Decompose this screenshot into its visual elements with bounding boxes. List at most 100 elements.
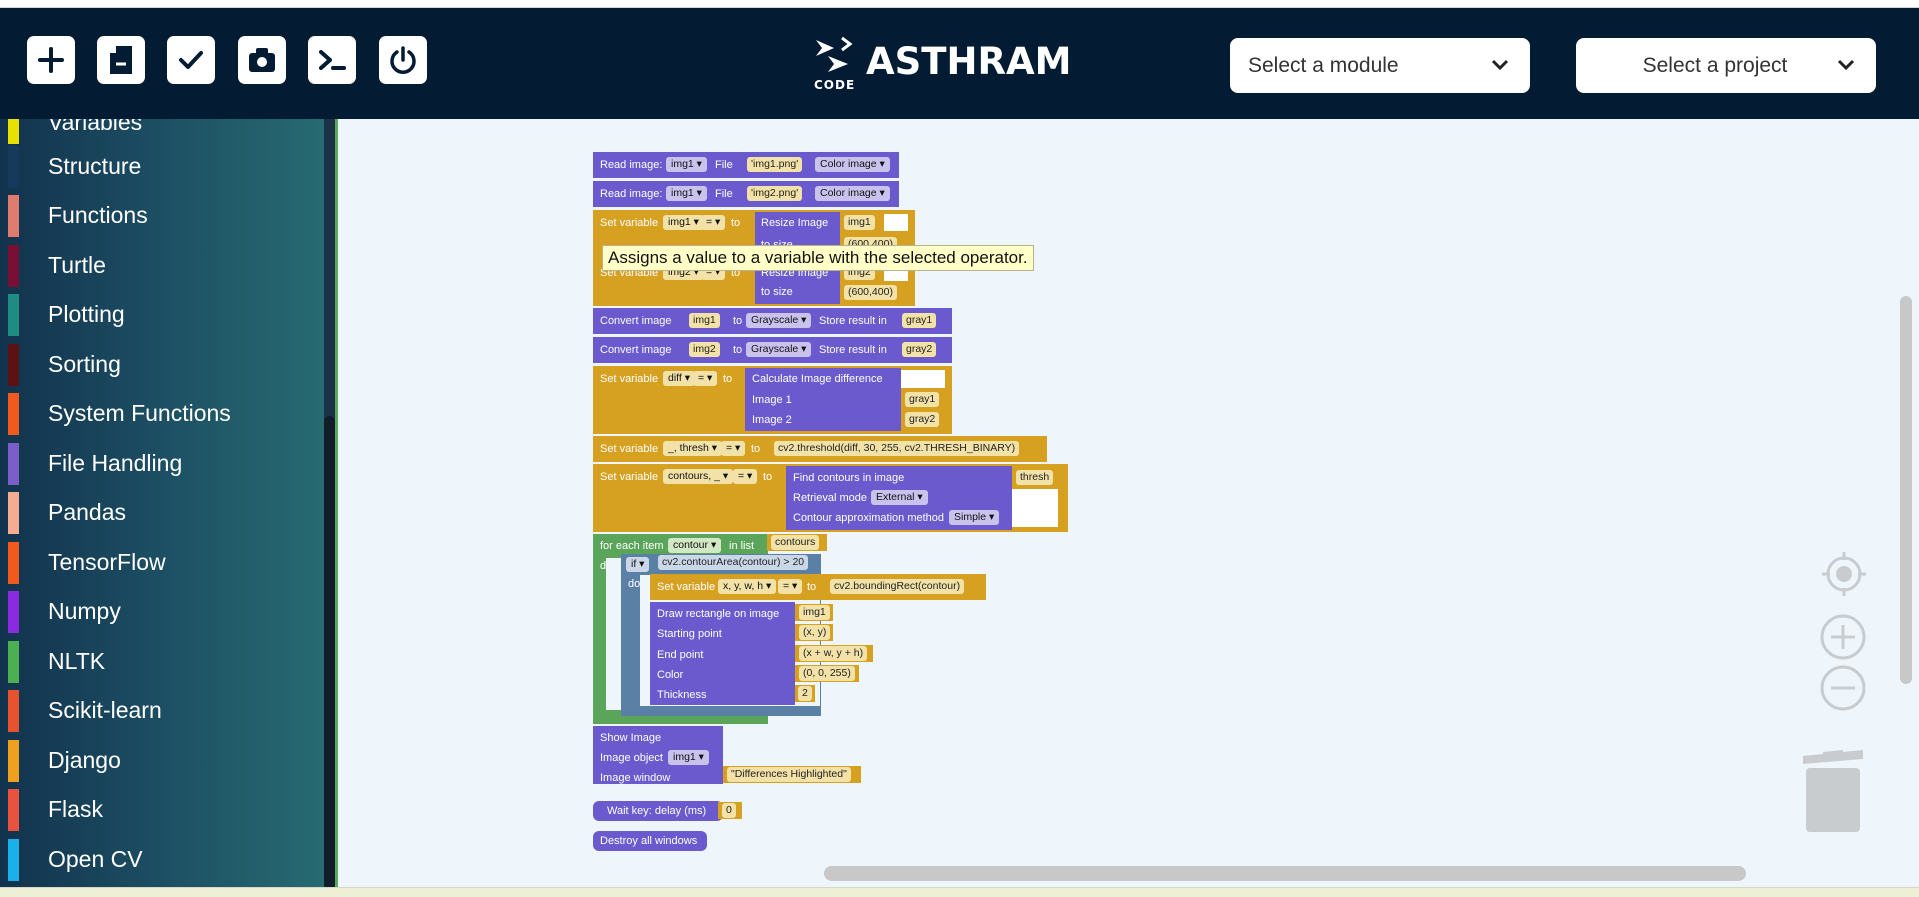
image-difference-block[interactable]: Calculate Image difference Image 1 Image… xyxy=(745,368,901,431)
file-path-field[interactable]: 'img1.png' xyxy=(747,157,803,172)
open-file-button[interactable] xyxy=(97,36,145,84)
image-variable-field[interactable]: img2 xyxy=(689,342,720,357)
variable-dropdown[interactable]: diff ▾ xyxy=(663,371,696,386)
start-point-field[interactable]: (x, y) xyxy=(799,625,831,640)
variable-dropdown[interactable]: img1 ▾ xyxy=(666,186,707,201)
expression-field[interactable]: cv2.boundingRect(contour) xyxy=(830,579,965,594)
sidebar-item-system-functions[interactable]: System Functions xyxy=(0,389,320,437)
crosshair-icon[interactable] xyxy=(1820,550,1868,598)
trash-icon[interactable] xyxy=(1800,746,1866,834)
image-variable-field[interactable]: img1 xyxy=(844,215,875,230)
convert-image-block[interactable]: Convert image img1 to Grayscale ▾ Store … xyxy=(593,308,952,334)
variable-dropdown[interactable]: img1 ▾ xyxy=(666,157,707,172)
operator-dropdown[interactable]: = ▾ xyxy=(701,215,726,230)
image-object-dropdown[interactable]: img1 ▾ xyxy=(668,750,709,765)
snapshot-button[interactable] xyxy=(238,36,286,84)
sidebar-item-file-handling[interactable]: File Handling xyxy=(0,439,320,487)
variable-dropdown[interactable]: x, y, w, h ▾ xyxy=(718,579,777,594)
sidebar-item-django[interactable]: Django xyxy=(0,736,320,784)
variable-dropdown[interactable]: contours, _ ▾ xyxy=(663,469,734,484)
chevron-down-icon xyxy=(1837,59,1855,71)
blockly-workspace[interactable]: Read image: img1 ▾ File 'img1.png' Color… xyxy=(335,119,1919,887)
workspace-horizontal-scrollbar[interactable] xyxy=(824,866,1746,881)
retrieval-mode-dropdown[interactable]: External ▾ xyxy=(871,490,928,505)
sidebar-item-flask[interactable]: Flask xyxy=(0,785,320,833)
show-image-block[interactable]: Show Image Image object img1 ▾ Image win… xyxy=(593,726,723,784)
size-field[interactable]: (600,400) xyxy=(844,285,897,300)
operator-dropdown[interactable]: = ▾ xyxy=(693,371,718,386)
image-variable-field[interactable]: img1 xyxy=(799,605,830,620)
approximation-dropdown[interactable]: Simple ▾ xyxy=(949,510,1000,525)
sidebar-item-numpy[interactable]: Numpy xyxy=(0,587,320,635)
sidebar-item-sorting[interactable]: Sorting xyxy=(0,340,320,388)
terminal-button[interactable] xyxy=(308,36,356,84)
category-color-strip xyxy=(8,641,19,683)
loop-variable-dropdown[interactable]: contour ▾ xyxy=(668,538,722,553)
image-variable-field[interactable]: img1 xyxy=(689,313,720,328)
color-mode-dropdown[interactable]: Color image ▾ xyxy=(815,157,890,172)
empty-slot xyxy=(884,214,908,231)
image-variable-field[interactable]: thresh xyxy=(1016,470,1054,485)
end-point-field[interactable]: (x + w, y + h) xyxy=(799,646,868,661)
category-color-strip xyxy=(8,294,19,336)
asthram-logo: ASTHRAM CODE xyxy=(812,32,1071,92)
logo-mark-icon xyxy=(816,36,853,72)
zoom-out-icon[interactable] xyxy=(1819,664,1867,712)
if-dropdown[interactable]: if ▾ xyxy=(626,557,650,572)
destroy-windows-block[interactable]: Destroy all windows xyxy=(593,831,707,851)
wait-key-block[interactable]: Wait key: delay (ms) xyxy=(593,801,723,821)
file-path-field[interactable]: 'img2.png' xyxy=(747,186,803,201)
list-variable-field[interactable]: contours xyxy=(771,535,820,550)
set-variable-block[interactable]: Set variable x, y, w, h ▾ = ▾ to cv2.bou… xyxy=(650,574,986,600)
variable-dropdown[interactable]: _, thresh ▾ xyxy=(663,441,723,456)
conversion-dropdown[interactable]: Grayscale ▾ xyxy=(746,313,812,328)
block-label: End point xyxy=(657,649,704,661)
project-select[interactable]: Select a project xyxy=(1576,38,1876,93)
sidebar-item-tensorflow[interactable]: TensorFlow xyxy=(0,538,320,586)
find-contours-block[interactable]: Find contours in image Retrieval mode Ex… xyxy=(786,466,1012,530)
sidebar-item-pandas[interactable]: Pandas xyxy=(0,488,320,536)
color-mode-dropdown[interactable]: Color image ▾ xyxy=(815,186,890,201)
operator-dropdown[interactable]: = ▾ xyxy=(733,469,758,484)
sidebar-item-plotting[interactable]: Plotting xyxy=(0,290,320,338)
expression-field[interactable]: cv2.threshold(diff, 30, 255, cv2.THRESH_… xyxy=(774,441,1020,456)
sidebar-item-functions[interactable]: Functions xyxy=(0,191,320,239)
module-select[interactable]: Select a module xyxy=(1230,38,1530,93)
sidebar-item-turtle[interactable]: Turtle xyxy=(0,241,320,289)
result-variable-field[interactable]: gray1 xyxy=(902,313,937,328)
workspace-vertical-scrollbar[interactable] xyxy=(1900,296,1912,684)
set-variable-block[interactable]: Set variable _, thresh ▾ = ▾ to cv2.thre… xyxy=(593,436,1047,462)
sidebar-item-open-cv[interactable]: Open CV xyxy=(0,835,320,883)
sidebar-item-label: Scikit-learn xyxy=(48,697,162,723)
sidebar-item-structure[interactable]: Structure xyxy=(0,142,320,190)
logo-wordmark: ASTHRAM xyxy=(866,40,1072,83)
read-image-block[interactable]: Read image: img1 ▾ File 'img2.png' Color… xyxy=(593,181,899,207)
zoom-in-icon[interactable] xyxy=(1819,613,1867,661)
category-color-strip xyxy=(8,119,19,144)
image-variable-field[interactable]: gray2 xyxy=(905,412,940,427)
draw-rectangle-block[interactable]: Draw rectangle on image Starting point E… xyxy=(650,602,795,705)
condition-field[interactable]: cv2.contourArea(contour) > 20 xyxy=(658,555,809,570)
operator-dropdown[interactable]: = ▾ xyxy=(721,441,746,456)
color-field[interactable]: (0, 0, 255) xyxy=(799,666,855,681)
sidebar-item-label: Plotting xyxy=(48,301,125,327)
image-variable-field[interactable]: gray1 xyxy=(905,392,940,407)
read-image-block[interactable]: Read image: img1 ▾ File 'img1.png' Color… xyxy=(593,152,899,178)
sidebar-scrollbar-thumb[interactable] xyxy=(324,416,335,889)
block-label: Image object xyxy=(600,752,663,764)
window-name-field[interactable]: "Differences Highlighted" xyxy=(727,767,851,782)
thickness-field[interactable]: 2 xyxy=(798,686,812,701)
sidebar-item-scikit-learn[interactable]: Scikit-learn xyxy=(0,686,320,734)
app-header: ASTHRAM CODE Select a module Select a pr… xyxy=(0,8,1919,119)
convert-image-block[interactable]: Convert image img2 to Grayscale ▾ Store … xyxy=(593,337,952,363)
delay-field[interactable]: 0 xyxy=(722,803,736,818)
sidebar-item-nltk[interactable]: NLTK xyxy=(0,637,320,685)
variable-dropdown[interactable]: img1 ▾ xyxy=(663,215,704,230)
operator-dropdown[interactable]: = ▾ xyxy=(778,579,803,594)
power-button[interactable] xyxy=(379,36,427,84)
check-button[interactable] xyxy=(167,36,215,84)
new-button[interactable] xyxy=(27,36,75,84)
sidebar-item-label: TensorFlow xyxy=(48,549,166,575)
result-variable-field[interactable]: gray2 xyxy=(902,342,937,357)
conversion-dropdown[interactable]: Grayscale ▾ xyxy=(746,342,812,357)
